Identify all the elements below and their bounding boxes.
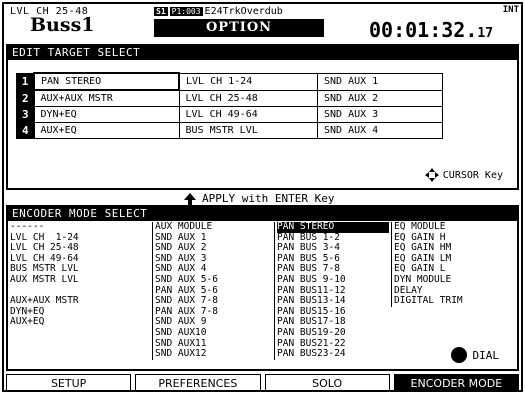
scene-number: P1:003 (169, 7, 203, 16)
target-row[interactable]: 2 AUX+AUX MSTR LVL CH 25-48 SND AUX 2 (16, 89, 443, 107)
target-cell[interactable]: LVL CH 49-64 (178, 106, 318, 123)
cursor-hint: CURSOR Key (424, 168, 503, 182)
scene-info: S1 P1:003 E24TrkOverdub (154, 6, 283, 17)
encoder-mode-item[interactable]: EQ MODULE (394, 221, 514, 233)
target-row-number: 3 (16, 106, 35, 123)
dial-icon (450, 347, 467, 363)
target-row[interactable]: 1 PAN STEREO LVL CH 1-24 SND AUX 1 (16, 72, 443, 91)
encoder-mode-panel: ENCODER MODE SELECT ------ LVL CH 1-24 LVL… (6, 205, 519, 371)
encoder-mode-item[interactable]: PAN STEREO (277, 221, 389, 233)
target-row[interactable]: 4 AUX+EQ BUS MSTR LVL SND AUX 4 (16, 122, 443, 139)
encoder-mode-item[interactable]: SND AUX12 (155, 349, 271, 360)
function-tabs: SETUP PREFERENCES SOLO ENCODER MODE (4, 374, 521, 390)
encoder-mode-item[interactable]: ------ (10, 221, 148, 233)
encoder-mode-item[interactable]: SND AUX10 (155, 327, 271, 339)
dial-hint-label: DIAL (472, 348, 500, 362)
target-cell[interactable]: BUS MSTR LVL (178, 122, 318, 139)
target-cell[interactable]: SND AUX 4 (317, 122, 443, 139)
time-main: 00:01:32. (369, 18, 478, 42)
edit-target-panel: EDIT TARGET SELECT 1 PAN STEREO LVL CH 1… (6, 44, 519, 190)
encoder-column-eq: EQ MODULE EQ GAIN H EQ GAIN HM EQ GAIN LM EQ… (391, 221, 514, 307)
tab-solo[interactable]: SOLO (264, 374, 390, 390)
up-arrow-icon (184, 192, 196, 205)
encoder-mode-item[interactable]: PAN BUS 9-10 (277, 274, 389, 286)
encoder-mode-item[interactable]: PAN BUS19-20 (277, 327, 389, 339)
target-row-number: 4 (16, 122, 35, 139)
encoder-mode-item[interactable]: PAN BUS23-24 (277, 349, 389, 360)
cursor-hint-label: CURSOR Key (442, 169, 503, 181)
sync-label: INT (502, 5, 519, 15)
encoder-mode-item[interactable]: SND AUX 5-6 (155, 274, 271, 286)
time-display: 00:01:32.17 (369, 18, 493, 42)
scene-badge: S1 (154, 7, 168, 16)
target-cell[interactable]: SND AUX 2 (317, 89, 443, 107)
encoder-column-aux: AUX MODULE SND AUX 1 SND AUX 2 SND AUX 3 SND… (152, 221, 271, 360)
apply-hint-label: APPLY with ENTER Key (202, 192, 335, 205)
target-cell[interactable]: LVL CH 25-48 (178, 89, 318, 107)
tab-preferences[interactable]: PREFERENCES (135, 374, 261, 390)
encoder-mode-item[interactable]: AUX MODULE (155, 221, 271, 233)
edit-target-title: EDIT TARGET SELECT (8, 46, 517, 60)
target-cell[interactable]: LVL CH 1-24 (178, 72, 318, 91)
encoder-mode-item[interactable]: AUX+EQ (10, 317, 148, 328)
edit-target-table: 1 PAN STEREO LVL CH 1-24 SND AUX 1 2 AUX… (16, 72, 443, 139)
target-cell[interactable]: AUX+AUX MSTR (33, 89, 180, 107)
encoder-mode-item[interactable]: DIGITAL TRIM (394, 296, 514, 307)
encoder-mode-item[interactable]: DYN MODULE (394, 274, 514, 286)
option-screen: LVL CH 25-48 Buss1 S1 P1:003 E24TrkOverdub… (2, 2, 523, 392)
encoder-mode-item (10, 349, 148, 360)
target-row-number: 1 (16, 72, 35, 91)
encoder-column-level: ------ LVL CH 1-24 LVL CH 25-48 LVL CH 49-6… (10, 221, 148, 360)
encoder-mode-item (10, 328, 148, 339)
encoder-mode-title: ENCODER MODE SELECT (8, 207, 517, 221)
screen-title: OPTION (154, 19, 324, 37)
bus-name: Buss1 (30, 14, 95, 36)
target-row[interactable]: 3 DYN+EQ LVL CH 49-64 SND AUX 3 (16, 106, 443, 123)
target-cell[interactable]: SND AUX 3 (317, 106, 443, 123)
target-row-number: 2 (16, 89, 35, 107)
encoder-mode-item[interactable]: AUX MSTR LVL (10, 274, 148, 286)
target-cell[interactable]: DYN+EQ (33, 106, 180, 123)
apply-hint: APPLY with ENTER Key (184, 192, 334, 205)
time-frac: 17 (477, 26, 494, 41)
dial-hint: DIAL (450, 347, 500, 363)
encoder-mode-item (10, 339, 148, 350)
target-cell[interactable]: AUX+EQ (33, 122, 180, 139)
cursor-keys-icon (424, 168, 439, 182)
tab-encoder-mode[interactable]: ENCODER MODE (393, 374, 519, 390)
project-name: E24TrkOverdub (204, 6, 283, 17)
tab-setup[interactable]: SETUP (6, 374, 132, 390)
target-cell[interactable]: PAN STEREO (33, 72, 180, 91)
target-cell[interactable]: SND AUX 1 (317, 72, 443, 91)
encoder-column-pan: PAN STEREO PAN BUS 1-2 PAN BUS 3-4 PAN BUS … (274, 221, 389, 360)
